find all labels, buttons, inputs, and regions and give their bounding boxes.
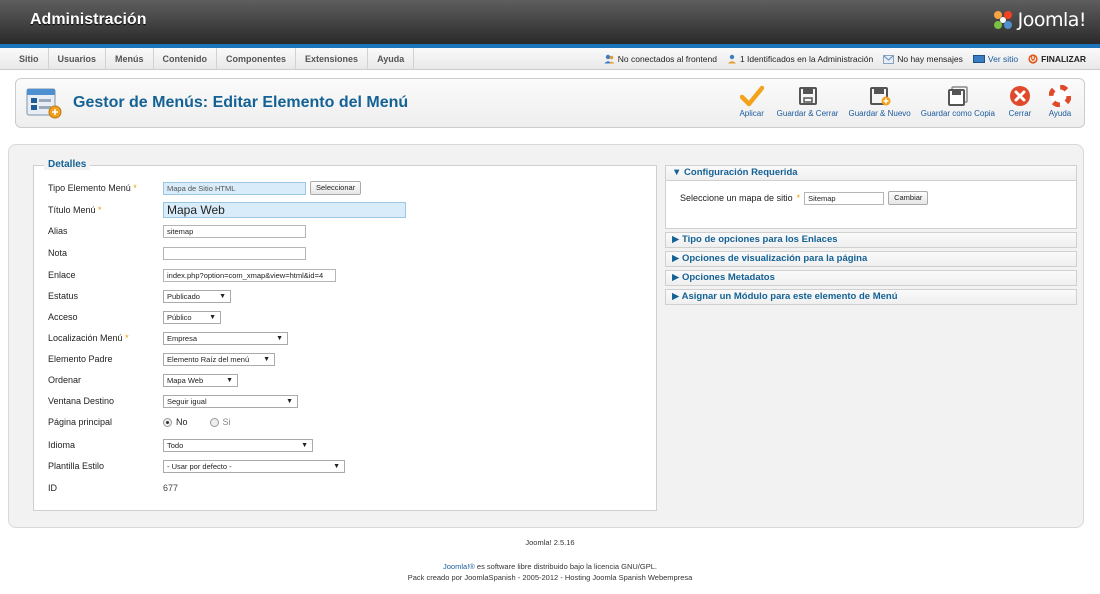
save-close-button[interactable]: Guardar & Cerrar [772,83,844,118]
status-admin: 1 Identificados en la Administración [727,54,873,64]
version-text: Joomla! 2.5.16 [525,538,575,547]
save-new-button[interactable]: Guardar & Nuevo [843,83,915,118]
admin-title: Administración [30,11,147,28]
joomla-link[interactable]: Joomla!® [443,562,475,571]
menu-title-field[interactable]: Mapa Web [163,202,406,218]
access-select[interactable]: Público ▼ [163,310,221,324]
toolbar-buttons: Aplicar Guardar & Cerrar Guardar & Nuevo… [732,83,1080,125]
required-config-header[interactable]: ▼ Configuración Requerida [665,165,1077,181]
note-field[interactable] [163,246,306,260]
chevron-down-icon: ▼ [219,292,226,300]
options-column: ▼ Configuración Requerida Seleccione un … [665,165,1077,308]
toolbar-panel: Gestor de Menús: Editar Elemento del Men… [15,78,1085,128]
chevron-down-icon: ▼ [333,462,340,470]
sitemap-field[interactable]: Sitemap [804,191,885,205]
status-select[interactable]: Publicado ▼ [163,289,231,303]
display-options-header[interactable]: ▶ Opciones de visualización para la pági… [665,251,1077,267]
parent-item-select[interactable]: Elemento Raíz del menú ▼ [163,352,275,366]
home-yes-radio[interactable]: Si [209,417,231,427]
apply-button[interactable]: Aplicar [732,83,772,118]
message-icon [883,54,895,64]
edit-form-panel: Detalles Tipo Elemento Menú * Mapa de Si… [8,144,1084,528]
chevron-down-icon: ▼ [286,397,293,405]
page-title: Gestor de Menús: Editar Elemento del Men… [73,94,409,111]
save-close-icon [798,87,817,105]
save-copy-icon [947,86,968,106]
status-frontend: No conectados al frontend [604,54,717,64]
joomla-logo: Joomla! [992,9,1087,31]
chevron-down-icon: ▼ [209,313,216,321]
lifebuoy-icon [1049,85,1071,107]
status-messages[interactable]: No hay mensajes [883,54,963,64]
logout-link[interactable]: FINALIZAR [1028,54,1086,64]
home-no-radio[interactable]: No [163,417,188,427]
main-menu: Sitio Usuarios Menús Contenido Component… [10,48,415,70]
chevron-down-icon: ▼ [263,355,270,363]
menu-manager-icon [26,87,62,121]
menu-menus[interactable]: Menús [106,48,154,70]
module-assign-header[interactable]: ▶ Asignar un Módulo para este elemento d… [665,289,1077,305]
menu-location-select[interactable]: Empresa ▼ [163,331,288,345]
alias-field[interactable]: sitemap [163,224,306,238]
collapsed-arrow-icon: ▶ [672,291,680,302]
save-copy-button[interactable]: Guardar como Copia [916,83,1000,118]
close-button[interactable]: Cerrar [1000,83,1040,118]
menu-componentes[interactable]: Componentes [217,48,297,70]
close-icon [1010,86,1030,106]
template-style-select[interactable]: - Usar por defecto - ▼ [163,459,345,473]
check-icon [739,85,764,107]
details-legend: Detalles [44,159,91,170]
collapsed-arrow-icon: ▶ [672,234,680,245]
menu-extensiones[interactable]: Extensiones [296,48,369,70]
chevron-down-icon: ▼ [226,376,233,384]
menu-usuarios[interactable]: Usuarios [49,48,107,70]
menu-type-field[interactable]: Mapa de Sitio HTML [163,181,306,195]
required-config-body: Seleccione un mapa de sitio * Sitemap Ca… [665,181,1077,229]
collapsed-arrow-icon: ▶ [672,253,680,264]
admin-header: Administración Joomla! [0,0,1100,44]
menu-sitio[interactable]: Sitio [10,48,49,70]
monitor-icon [972,54,985,63]
menu-contenido[interactable]: Contenido [154,48,218,70]
main-menubar: Sitio Usuarios Menús Contenido Component… [0,48,1100,70]
status-area: No conectados al frontend 1 Identificado… [604,48,1086,70]
details-fieldset: Detalles Tipo Elemento Menú * Mapa de Si… [33,159,657,511]
link-options-header[interactable]: ▶ Tipo de opciones para los Enlaces [665,232,1077,248]
expanded-arrow-icon: ▼ [672,167,682,178]
joomla-logo-icon [993,11,1012,29]
change-sitemap-button[interactable]: Cambiar [888,191,929,205]
user-icon [727,54,736,64]
language-select[interactable]: Todo ▼ [163,438,313,452]
chevron-down-icon: ▼ [276,334,283,342]
link-field[interactable]: index.php?option=com_xmap&view=html&id=4 [163,268,336,282]
metadata-options-header[interactable]: ▶ Opciones Metadatos [665,270,1077,286]
collapsed-arrow-icon: ▶ [672,272,680,283]
menu-ayuda[interactable]: Ayuda [368,48,415,70]
save-new-icon [869,87,891,106]
credits-line[interactable]: Pack creado por JoomlaSpanish - 2005-201… [0,573,1100,582]
users-icon [604,54,615,64]
help-button[interactable]: Ayuda [1040,83,1080,118]
license-line: Joomla!® es software libre distribuido b… [443,562,657,571]
power-icon [1028,54,1038,64]
select-type-button[interactable]: Seleccionar [310,181,362,195]
joomla-logo-text: Joomla! [1017,9,1087,31]
chevron-down-icon: ▼ [301,441,308,449]
item-id-value: 677 [163,483,179,493]
order-select[interactable]: Mapa Web ▼ [163,373,238,387]
target-window-select[interactable]: Seguir igual ▼ [163,394,298,408]
view-site-link[interactable]: Ver sitio [972,54,1018,64]
